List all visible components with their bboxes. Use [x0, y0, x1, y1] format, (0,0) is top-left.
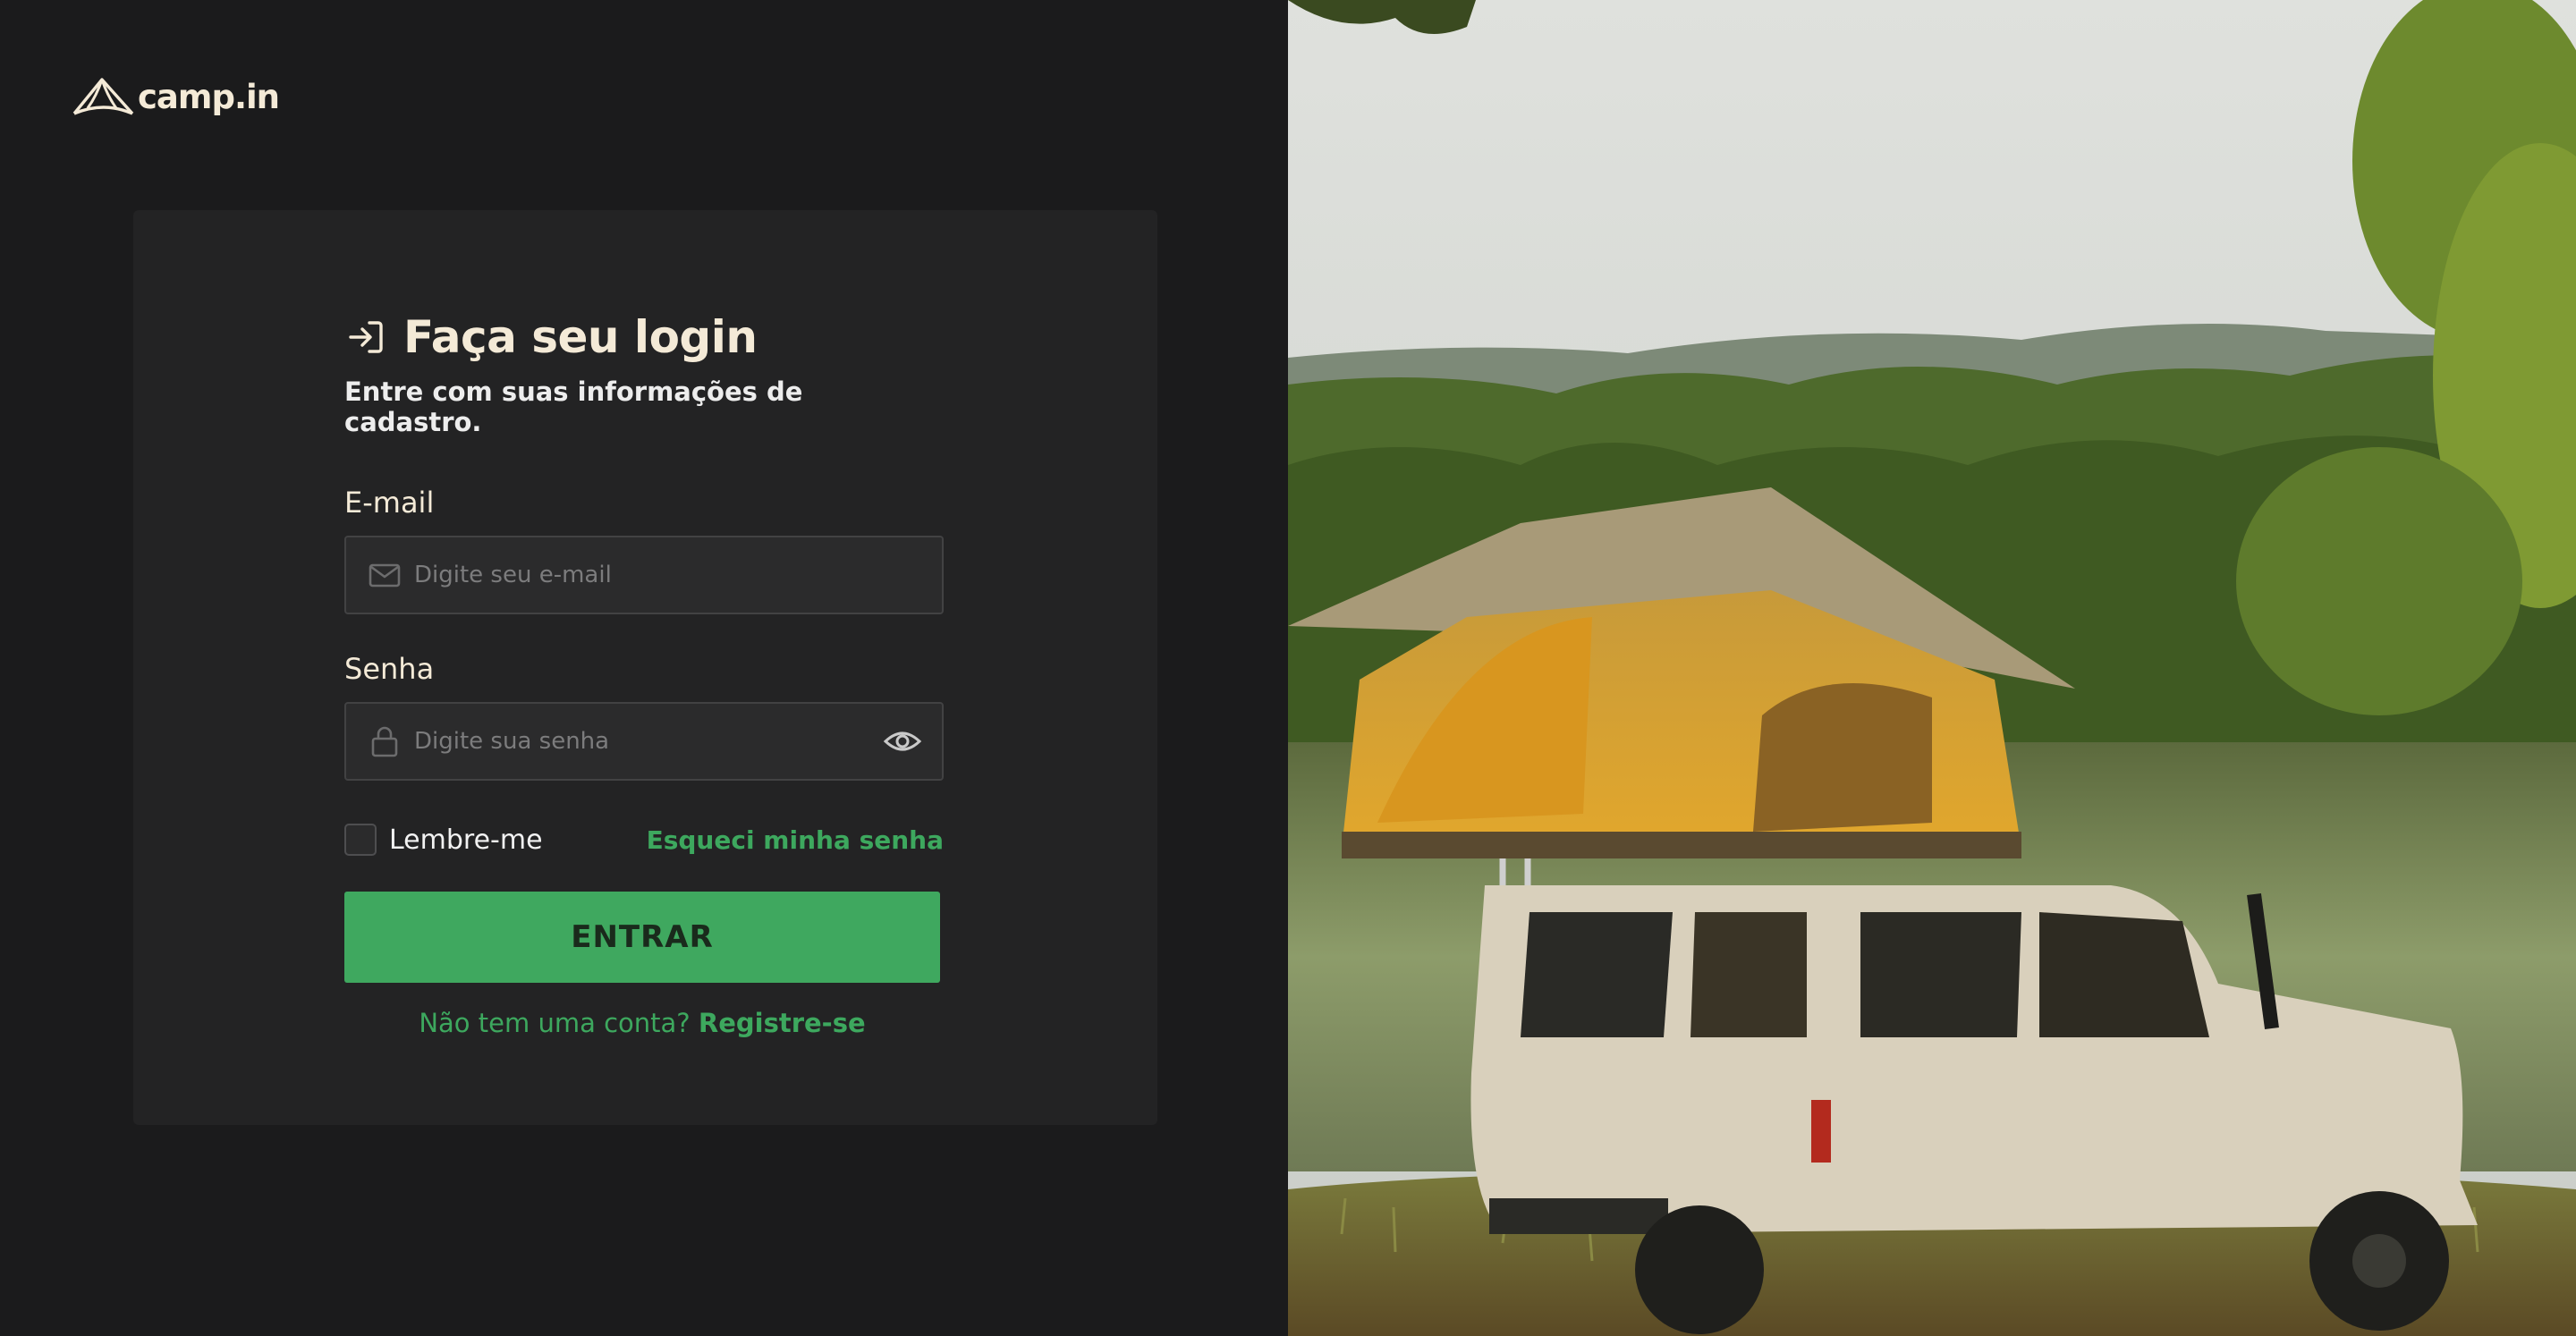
login-form: Faça seu login Entre com suas informaçõe…	[344, 310, 944, 1038]
camper-car-image	[1288, 0, 2576, 1336]
login-subtitle: Entre com suas informações de cadastro.	[344, 376, 803, 437]
options-row: Lembre-me Esqueci minha senha	[344, 820, 944, 859]
login-pane: camp.in Faça seu login Entre com suas in…	[0, 0, 1288, 1336]
login-card: Faça seu login Entre com suas informaçõe…	[133, 210, 1157, 1125]
signup-prompt: Não tem uma conta?	[419, 1008, 691, 1038]
password-placeholder: Digite sua senha	[414, 728, 610, 755]
email-field[interactable]: Digite seu e-mail	[344, 536, 944, 614]
remember-me[interactable]: Lembre-me	[344, 824, 543, 856]
mail-icon	[369, 563, 401, 588]
sign-in-icon	[349, 321, 383, 353]
email-label: E-mail	[344, 486, 435, 520]
signup-row: Não tem uma conta? Registre-se	[344, 1008, 940, 1038]
tent-logo-icon	[72, 78, 134, 115]
eye-icon[interactable]	[883, 722, 922, 761]
login-title: Faça seu login	[403, 311, 758, 363]
signup-link[interactable]: Registre-se	[699, 1008, 866, 1038]
submit-label: ENTRAR	[571, 919, 714, 955]
forgot-password-link[interactable]: Esqueci minha senha	[647, 825, 944, 855]
password-field[interactable]: Digite sua senha	[344, 702, 944, 781]
remember-checkbox[interactable]	[344, 824, 377, 856]
brand-logo[interactable]: camp.in	[72, 72, 280, 122]
hero-photo	[1288, 0, 2576, 1336]
brand-name: camp.in	[138, 77, 280, 116]
remember-label: Lembre-me	[389, 824, 543, 856]
page-title: Faça seu login	[344, 310, 944, 364]
email-placeholder: Digite seu e-mail	[414, 562, 612, 588]
lock-icon	[371, 726, 398, 757]
password-label: Senha	[344, 652, 435, 686]
submit-button[interactable]: ENTRAR	[344, 892, 940, 983]
